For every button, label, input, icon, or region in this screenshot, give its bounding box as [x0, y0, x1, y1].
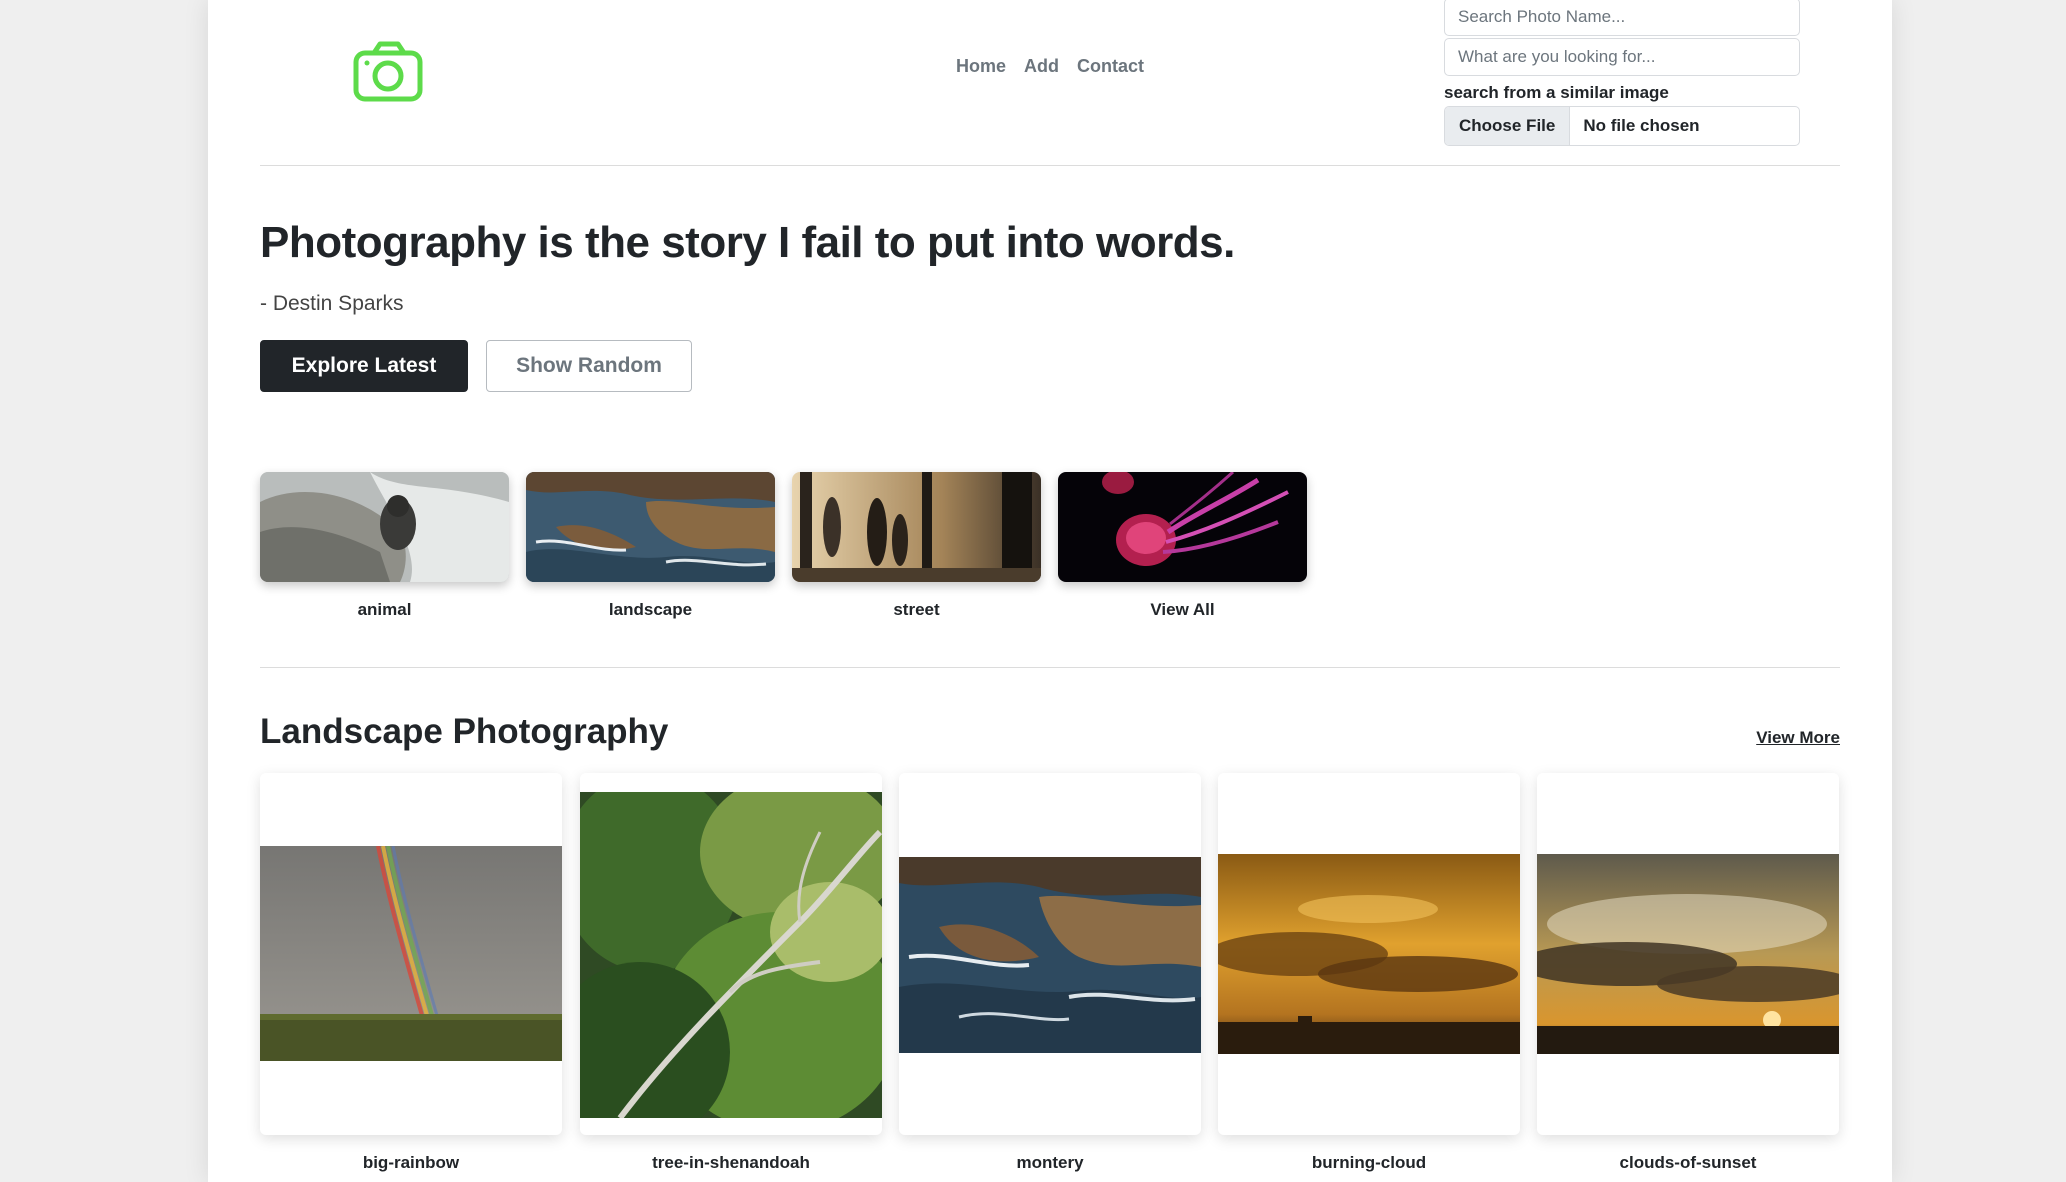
- header-divider: [260, 165, 1840, 166]
- section-divider: [260, 667, 1840, 668]
- view-all-thumbnail[interactable]: [1058, 472, 1307, 582]
- category-label: animal: [357, 600, 412, 619]
- photo-card-montery[interactable]: [899, 773, 1201, 1135]
- burning-cloud-photo[interactable]: [1218, 854, 1520, 1054]
- category-label: View All: [1150, 600, 1215, 619]
- search-photo-name-input[interactable]: [1444, 0, 1800, 36]
- main-nav: Home Add Contact: [956, 56, 1144, 77]
- photo-card-label: clouds-of-sunset: [1619, 1153, 1757, 1172]
- photo-card-label: big-rainbow: [362, 1153, 460, 1172]
- clouds-of-sunset-photo[interactable]: [1537, 854, 1839, 1054]
- photo-card-tree-in-shenandoah[interactable]: [580, 773, 882, 1135]
- montery-photo[interactable]: [899, 857, 1201, 1053]
- tree-in-shenandoah-photo[interactable]: [580, 792, 882, 1118]
- street-thumbnail[interactable]: [792, 472, 1041, 582]
- animal-thumbnail[interactable]: [260, 472, 509, 582]
- photo-card-big-rainbow[interactable]: [260, 773, 562, 1135]
- nav-add[interactable]: Add: [1024, 56, 1059, 77]
- show-random-button[interactable]: Show Random: [486, 340, 692, 392]
- hero-title: Photography is the story I fail to put i…: [260, 218, 1235, 267]
- hero-author: - Destin Sparks: [260, 292, 404, 315]
- photo-card-label: burning-cloud: [1311, 1153, 1427, 1172]
- page: Home Add Contact search from a similar i…: [208, 0, 1892, 1182]
- photo-card-clouds-of-sunset[interactable]: [1537, 773, 1839, 1135]
- photo-card-burning-cloud[interactable]: [1218, 773, 1520, 1135]
- view-more-link[interactable]: View More: [1756, 728, 1840, 748]
- category-animal[interactable]: animal: [260, 472, 509, 620]
- category-label: street: [893, 600, 940, 619]
- category-label: landscape: [608, 600, 693, 619]
- nav-contact[interactable]: Contact: [1077, 56, 1144, 77]
- category-view-all[interactable]: View All: [1058, 472, 1307, 620]
- big-rainbow-photo[interactable]: [260, 846, 562, 1061]
- camera-icon[interactable]: [352, 40, 424, 104]
- category-street[interactable]: street: [792, 472, 1041, 620]
- similar-image-label: search from a similar image: [1444, 83, 1669, 102]
- image-file-input[interactable]: Choose File No file chosen: [1444, 106, 1800, 146]
- category-landscape[interactable]: landscape: [526, 472, 775, 620]
- photo-card-label: tree-in-shenandoah: [652, 1153, 810, 1172]
- explore-latest-button[interactable]: Explore Latest: [260, 340, 468, 392]
- nav-home[interactable]: Home: [956, 56, 1006, 77]
- landscape-thumbnail[interactable]: [526, 472, 775, 582]
- photo-card-label: montery: [1016, 1153, 1084, 1172]
- file-status: No file chosen: [1583, 116, 1700, 135]
- section-title: Landscape Photography: [260, 712, 669, 751]
- choose-file-button[interactable]: Choose File: [1445, 107, 1571, 145]
- search-query-input[interactable]: [1444, 38, 1800, 76]
